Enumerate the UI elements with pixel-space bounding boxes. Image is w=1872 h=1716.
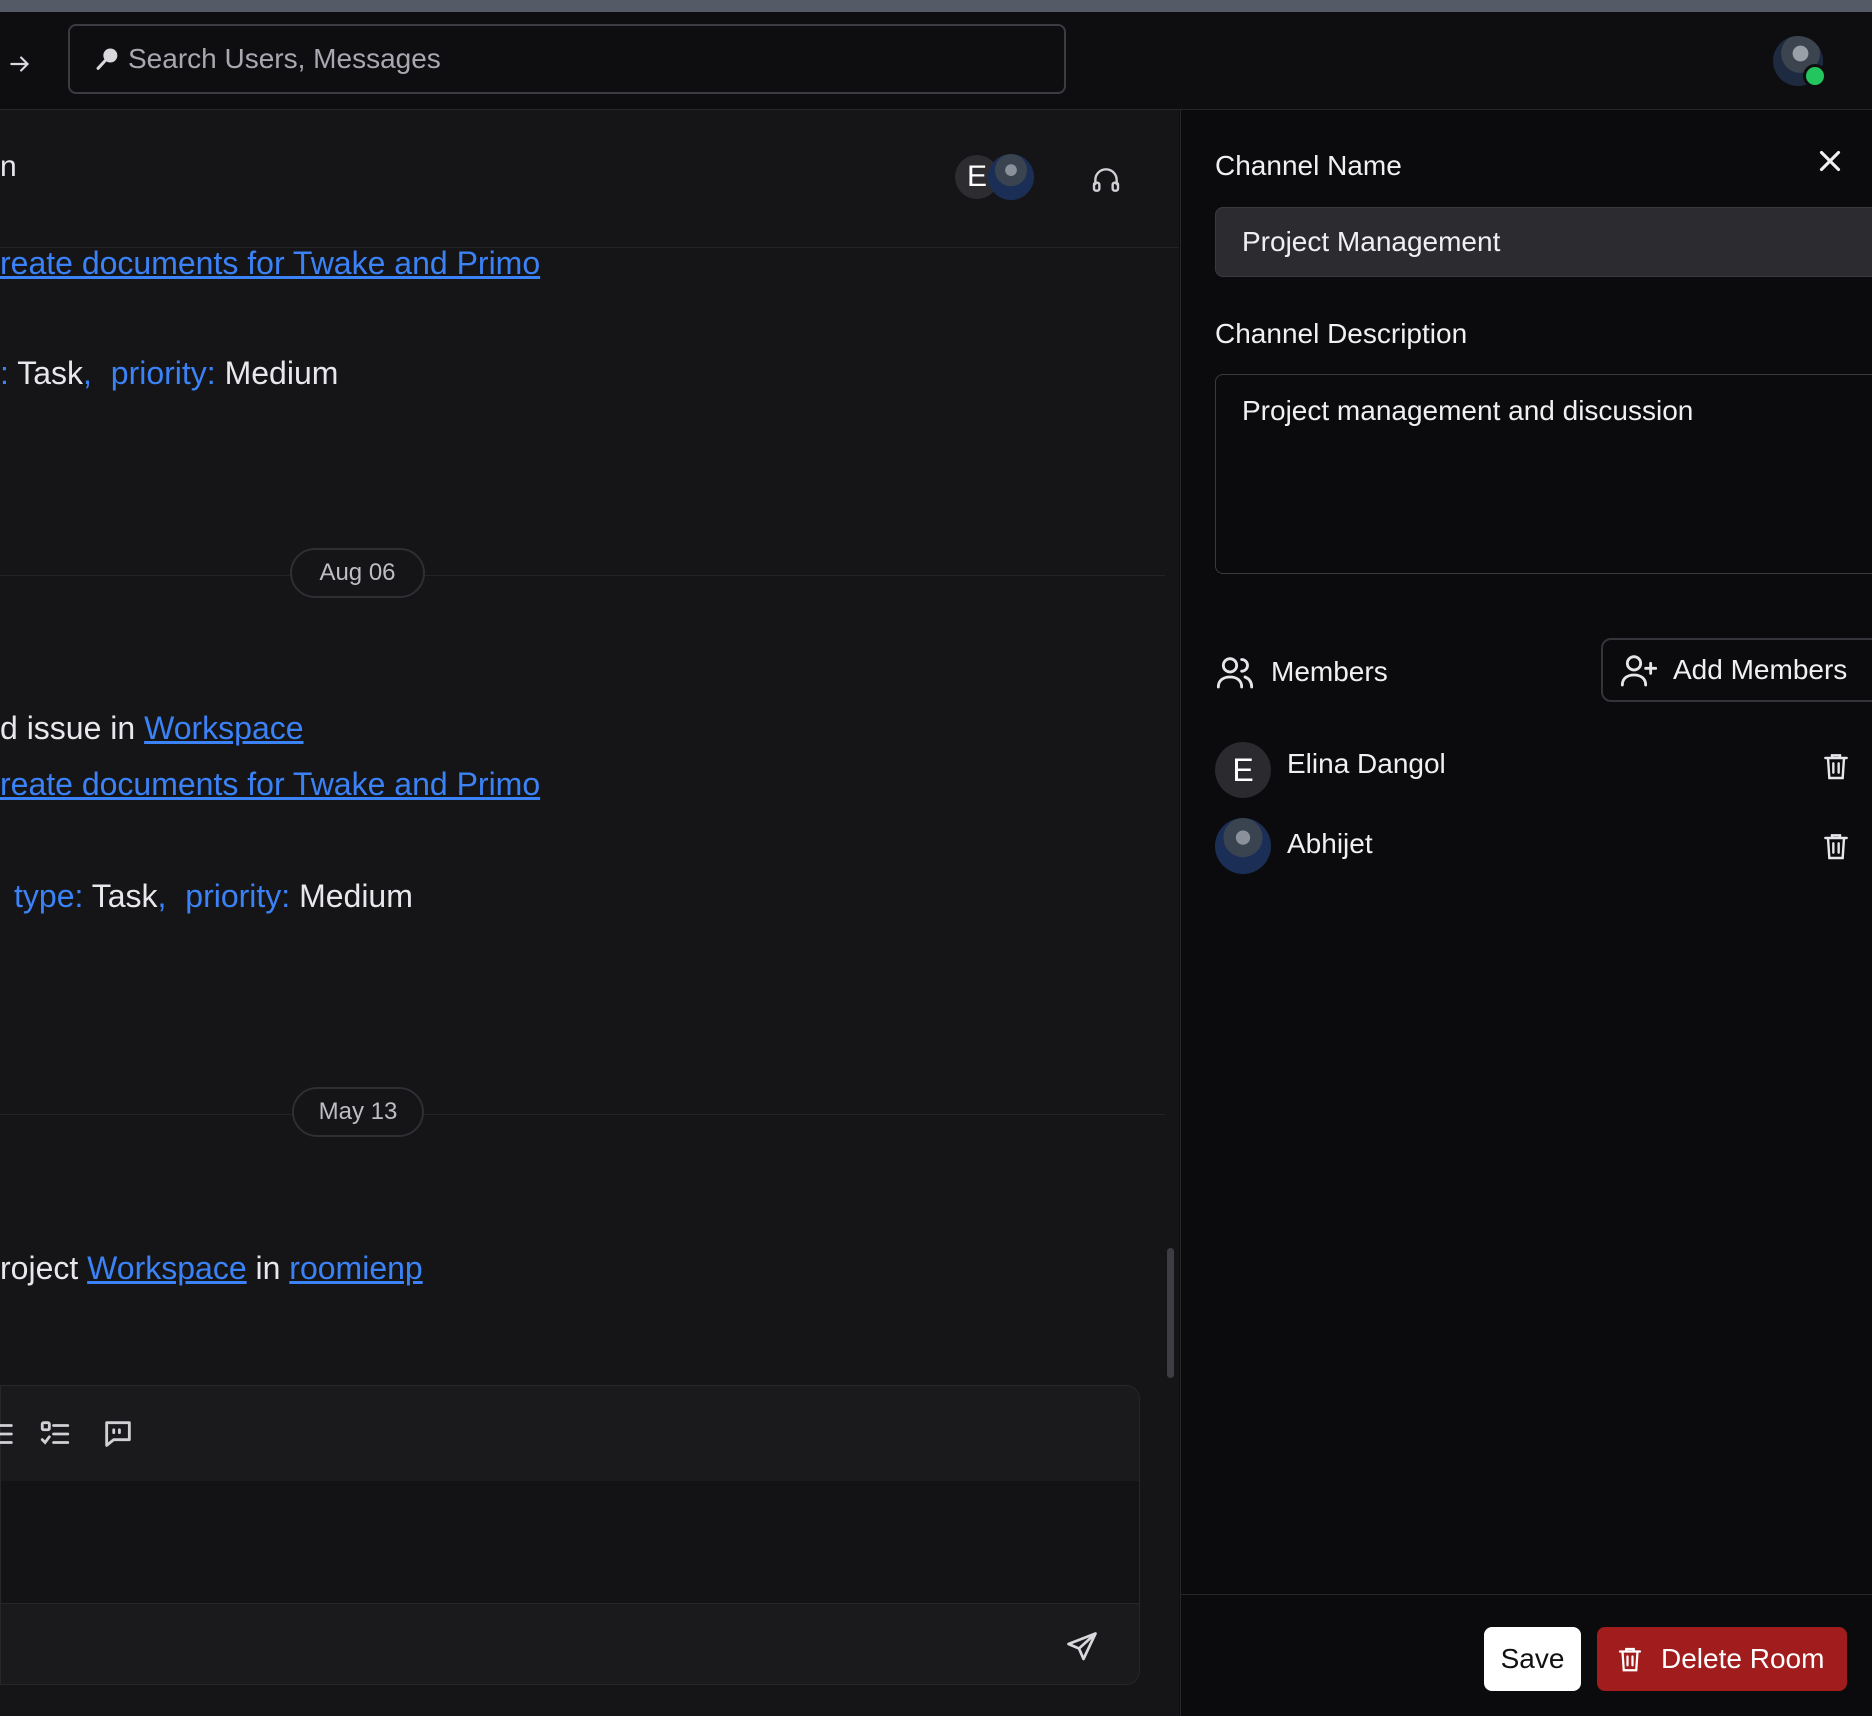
delete-room-button[interactable]: Delete Room (1597, 1627, 1847, 1691)
arrow-right-icon[interactable] (4, 48, 36, 80)
member-row: Abhijet (1215, 818, 1848, 878)
message-input[interactable] (1, 1481, 1139, 1604)
message-text: d issue in (0, 710, 145, 746)
members-header: Members Add Members (1215, 638, 1872, 710)
member-row: E Elina Dangol (1215, 738, 1848, 798)
user-avatar[interactable] (1773, 36, 1827, 88)
date-pill: Aug 06 (290, 548, 425, 598)
message-line: reate documents for Twake and Primo (0, 766, 540, 803)
priority-key: priority: (110, 355, 216, 391)
type-key: type: (14, 878, 84, 914)
trash-icon (1618, 1647, 1642, 1672)
message-line: : Task, priority: Medium (0, 355, 338, 392)
message-line: type: Task, priority: Medium (14, 878, 413, 915)
quote-message-icon[interactable] (101, 1417, 135, 1451)
add-members-label: Add Members (1673, 654, 1848, 685)
channel-settings-panel: Channel Name Project Management Channel … (1180, 110, 1872, 1716)
search-icon (96, 48, 118, 70)
task-link[interactable]: reate documents for Twake and Primo (0, 245, 540, 281)
workspace-link[interactable]: Workspace (87, 1250, 246, 1286)
send-icon[interactable] (1064, 1629, 1100, 1665)
save-button[interactable]: Save (1484, 1627, 1581, 1691)
date-pill: May 13 (292, 1087, 424, 1137)
channel-description-label: Channel Description (1215, 318, 1468, 349)
separator: , (157, 878, 167, 914)
headphones-icon[interactable] (1090, 164, 1122, 196)
member-name: Abhijet (1287, 828, 1373, 859)
type-value: Task (91, 878, 158, 914)
member-avatar-photo[interactable] (988, 154, 1034, 200)
checklist-icon[interactable] (38, 1417, 72, 1451)
message-text: in (246, 1250, 290, 1286)
panel-footer-divider (1181, 1594, 1872, 1595)
window-top-stripe (0, 0, 1872, 12)
message-line: d issue in Workspace (0, 710, 304, 747)
member-avatar: E (1215, 742, 1271, 798)
message-text: roject (0, 1250, 88, 1286)
task-link[interactable]: reate documents for Twake and Primo (0, 766, 540, 802)
member-name: Elina Dangol (1287, 748, 1446, 779)
date-divider-line (0, 1114, 1165, 1115)
type-value: Task (17, 355, 83, 391)
trash-icon[interactable] (1820, 830, 1852, 862)
message-line: reate documents for Twake and Primo (0, 245, 540, 282)
top-bar: Search Users, Messages (0, 12, 1872, 110)
roomienp-link[interactable]: roomienp (289, 1250, 422, 1286)
type-key-fragment: : (0, 355, 9, 391)
users-icon (1216, 657, 1254, 689)
members-label: Members (1271, 656, 1388, 687)
priority-key: priority: (185, 878, 291, 914)
online-status-dot (1803, 64, 1827, 88)
channel-name-label: Channel Name (1215, 150, 1402, 181)
search-placeholder: Search Users, Messages (128, 43, 441, 74)
message-line: roject Workspace in roomienp (0, 1250, 423, 1287)
message-composer (0, 1385, 1140, 1685)
close-icon[interactable] (1813, 144, 1847, 178)
chat-area: n E reate documents for Twake and Primo … (0, 110, 1179, 1716)
user-plus-icon (1620, 655, 1658, 687)
separator: , (83, 355, 92, 391)
chat-header: n E (0, 110, 1179, 248)
scrollbar[interactable] (1167, 1248, 1174, 1378)
date-divider-line (0, 575, 1165, 576)
member-avatar (1215, 818, 1271, 874)
channel-name-input[interactable]: Project Management (1215, 207, 1872, 277)
priority-value: Medium (299, 878, 413, 914)
composer-toolbar (0, 1386, 1139, 1482)
add-members-button[interactable]: Add Members (1601, 638, 1872, 702)
trash-icon[interactable] (1820, 750, 1852, 782)
priority-value: Medium (224, 355, 339, 391)
workspace-link[interactable]: Workspace (144, 710, 303, 746)
channel-description-input[interactable]: Project management and discussion (1215, 374, 1872, 574)
search-input[interactable]: Search Users, Messages (68, 24, 1066, 94)
channel-title-fragment: n (0, 150, 17, 183)
delete-room-label: Delete Room (1661, 1643, 1825, 1674)
list-icon[interactable] (0, 1417, 17, 1451)
